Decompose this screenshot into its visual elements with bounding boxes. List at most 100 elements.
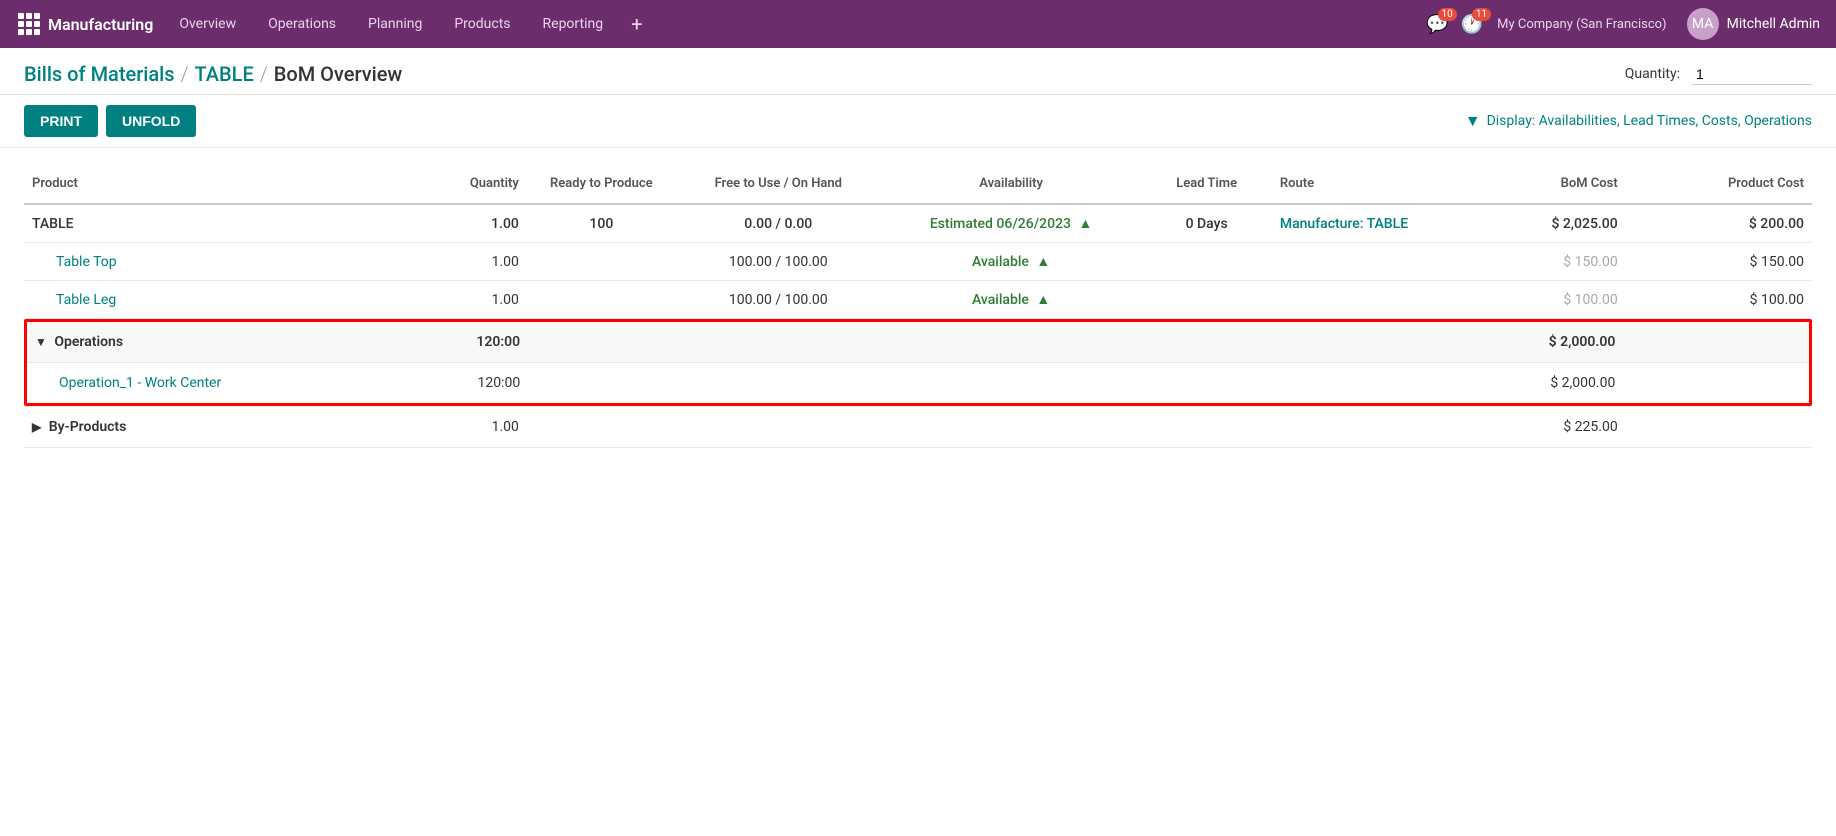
print-button[interactable]: PRINT <box>24 105 98 137</box>
cell-product-tabletop[interactable]: Table Top <box>24 243 359 281</box>
col-prod-cost: Product Cost <box>1626 164 1812 204</box>
top-navigation: Manufacturing Overview Operations Planni… <box>0 0 1836 48</box>
bom-table: Product Quantity Ready to Produce Free t… <box>24 164 1812 319</box>
byproducts-table: ▶ By-Products 1.00 $ 225.00 <box>24 406 1812 448</box>
table-row-tabletop: Table Top 1.00 100.00 / 100.00 Available… <box>24 243 1812 281</box>
col-free: Free to Use / On Hand <box>676 164 881 204</box>
company-name: My Company (San Francisco) <box>1497 17 1666 32</box>
cell-byproducts-route <box>1272 407 1440 448</box>
cell-byproducts-free <box>676 407 881 448</box>
cell-free-tableleg: 100.00 / 100.00 <box>676 281 881 319</box>
byproducts-collapse-icon[interactable]: ▶ <box>32 420 41 434</box>
col-lead: Lead Time <box>1141 164 1271 204</box>
cell-op1-free <box>677 363 881 404</box>
app-name: Manufacturing <box>48 15 153 34</box>
col-avail: Availability <box>881 164 1142 204</box>
cell-op1-lead <box>1141 363 1271 404</box>
cell-prodcost-tabletop: $ 150.00 <box>1626 243 1812 281</box>
cell-ops-qty: 120:00 <box>361 322 528 363</box>
cell-op1-product[interactable]: Operation_1 - Work Center <box>27 363 361 404</box>
messages-button[interactable]: 💬 10 <box>1426 14 1448 35</box>
breadcrumb-current: BoM Overview <box>274 62 403 86</box>
cell-ready-tabletop <box>527 243 676 281</box>
cell-free-table: 0.00 / 0.00 <box>676 204 881 243</box>
table-row-operation1: Operation_1 - Work Center 120:00 $ 2,000… <box>27 363 1809 404</box>
nav-add-button[interactable]: + <box>621 12 652 36</box>
filter-icon: ▼ <box>1465 111 1481 131</box>
nav-products[interactable]: Products <box>440 0 524 48</box>
display-filter-text: Display: Availabilities, Lead Times, Cos… <box>1487 113 1812 129</box>
action-buttons: PRINT UNFOLD <box>24 105 196 137</box>
cell-op1-prodcost <box>1623 363 1809 404</box>
breadcrumb-table[interactable]: TABLE <box>195 62 254 86</box>
cell-byproducts-bom: $ 225.00 <box>1439 407 1625 448</box>
cell-bom-tabletop: $ 150.00 <box>1439 243 1625 281</box>
quantity-input[interactable] <box>1692 64 1812 85</box>
avail-text-tabletop: Available <box>972 254 1029 270</box>
nav-overview[interactable]: Overview <box>165 0 250 48</box>
cell-byproducts-lead <box>1141 407 1271 448</box>
main-table-container: Product Quantity Ready to Produce Free t… <box>0 164 1836 319</box>
display-filter[interactable]: ▼ Display: Availabilities, Lead Times, C… <box>1465 111 1812 131</box>
cell-product-table: TABLE <box>24 204 359 243</box>
cell-lead-tabletop <box>1141 243 1271 281</box>
cell-qty-table: 1.00 <box>359 204 527 243</box>
table-row-table: TABLE 1.00 100 0.00 / 0.00 Estimated 06/… <box>24 204 1812 243</box>
cell-ops-lead <box>1141 322 1271 363</box>
app-logo[interactable]: Manufacturing <box>10 13 161 35</box>
byproducts-container: ▶ By-Products 1.00 $ 225.00 <box>0 406 1836 448</box>
nav-reporting[interactable]: Reporting <box>529 0 618 48</box>
cell-lead-table: 0 Days <box>1141 204 1271 243</box>
quantity-label: Quantity: <box>1625 66 1680 82</box>
messages-badge: 10 <box>1438 8 1457 21</box>
cell-op1-avail <box>881 363 1141 404</box>
cell-ops-prodcost <box>1623 322 1809 363</box>
cell-ops-ready <box>528 322 676 363</box>
cell-op1-route <box>1271 363 1438 404</box>
table-row-tableleg: Table Leg 1.00 100.00 / 100.00 Available… <box>24 281 1812 319</box>
nav-operations[interactable]: Operations <box>254 0 350 48</box>
nav-icon-group: 💬 10 🕐 11 <box>1426 14 1483 35</box>
cell-product-tableleg[interactable]: Table Leg <box>24 281 359 319</box>
operations-table: ▼ Operations 120:00 $ 2,000.00 Operation… <box>27 322 1809 403</box>
cell-ops-label[interactable]: ▼ Operations <box>27 322 361 363</box>
col-route: Route <box>1272 164 1440 204</box>
cell-bom-table: $ 2,025.00 <box>1439 204 1625 243</box>
breadcrumb-bom[interactable]: Bills of Materials <box>24 62 175 86</box>
avail-text-table: Estimated 06/26/2023 <box>930 216 1071 232</box>
nav-planning[interactable]: Planning <box>354 0 436 48</box>
quantity-row: Quantity: <box>1625 64 1812 85</box>
user-menu[interactable]: MA Mitchell Admin <box>1681 8 1826 40</box>
cell-ops-free <box>677 322 881 363</box>
cell-qty-tableleg: 1.00 <box>359 281 527 319</box>
cell-op1-bom: $ 2,000.00 <box>1438 363 1624 404</box>
cell-byproducts-avail <box>881 407 1142 448</box>
cell-ops-route <box>1271 322 1438 363</box>
cell-ops-bom: $ 2,000.00 <box>1438 322 1624 363</box>
cell-lead-tableleg <box>1141 281 1271 319</box>
cell-byproducts-label[interactable]: ▶ By-Products <box>24 407 359 448</box>
cell-op1-qty: 120:00 <box>361 363 528 404</box>
page-header: Bills of Materials / TABLE / BoM Overvie… <box>0 48 1836 95</box>
cell-avail-tabletop: Available ▲ <box>881 243 1142 281</box>
chart-icon-tabletop: ▲ <box>1036 253 1050 270</box>
cell-route-table: Manufacture: TABLE <box>1272 204 1440 243</box>
clock-button[interactable]: 🕐 11 <box>1461 14 1483 35</box>
breadcrumb-sep2: / <box>260 62 268 86</box>
ops-header-text: Operations <box>54 334 123 350</box>
company-selector[interactable]: My Company (San Francisco) <box>1487 17 1676 32</box>
avail-text-tableleg: Available <box>972 292 1029 308</box>
unfold-button[interactable]: UNFOLD <box>106 105 196 137</box>
avatar: MA <box>1687 8 1719 40</box>
cell-ops-avail <box>881 322 1141 363</box>
collapse-icon[interactable]: ▼ <box>35 335 47 349</box>
route-text-table: Manufacture: TABLE <box>1280 216 1408 232</box>
col-ready: Ready to Produce <box>527 164 676 204</box>
chart-icon-tableleg: ▲ <box>1036 291 1050 308</box>
cell-op1-ready <box>528 363 676 404</box>
cell-byproducts-ready <box>527 407 676 448</box>
operations-section-box: ▼ Operations 120:00 $ 2,000.00 Operation… <box>24 319 1812 406</box>
clock-badge: 11 <box>1472 8 1491 21</box>
grid-icon <box>18 13 40 35</box>
table-header-row: Product Quantity Ready to Produce Free t… <box>24 164 1812 204</box>
